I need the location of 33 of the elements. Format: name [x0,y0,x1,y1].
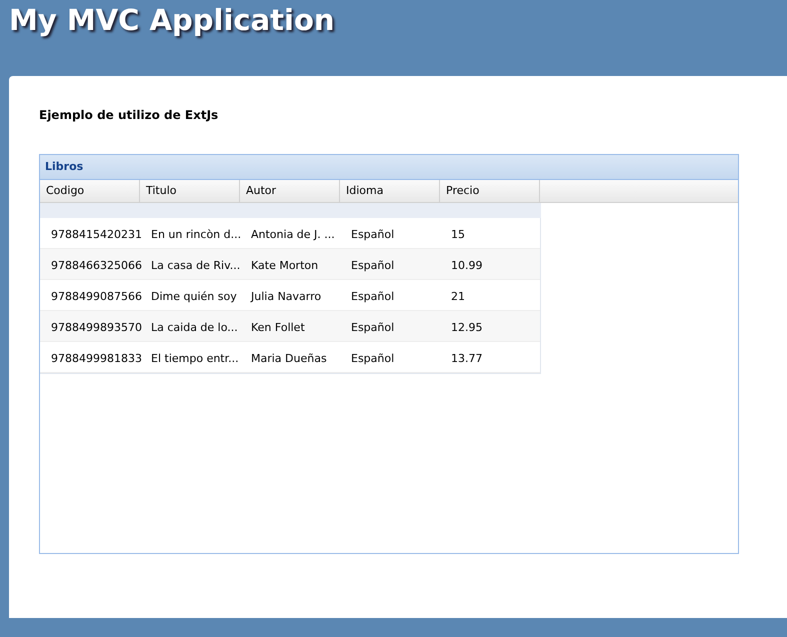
table-cell: Dime quién soy [151,290,237,303]
table-cell: Español [351,352,394,365]
table-cell: 10.99 [451,259,482,272]
table-cell: Español [351,228,394,241]
table-cell: 9788499981833 [51,352,142,365]
table-cell: La caida de lo... [151,321,238,334]
table-cell: Maria Dueñas [251,352,327,365]
app-title: My MVC Application [9,2,336,39]
page-heading: Ejemplo de utilizo de ExtJs [39,107,220,124]
column-header[interactable]: Autor [240,180,340,202]
table-cell: 9788499893570 [51,321,142,334]
panel-title: Libros [45,158,84,175]
column-header[interactable]: Idioma [340,180,440,202]
table-cell: El tiempo entr... [151,352,239,365]
table-cell: Antonia de J. ... [251,228,335,241]
table-cell: 15 [451,228,465,241]
table-cell: Julia Navarro [251,290,322,303]
table-cell: 13.77 [451,352,482,365]
table-cell: Ken Follet [251,321,305,334]
column-header[interactable]: Codigo [40,180,140,202]
table-cell: 12.95 [451,321,482,334]
column-header[interactable]: Titulo [140,180,240,202]
table-cell: En un rincòn d... [151,228,242,241]
table-cell: 9788466325066 [51,259,142,272]
table-cell: 21 [451,290,465,303]
table-cell: La casa de Riv... [151,259,240,272]
table-cell: Español [351,321,394,334]
table-cell: Español [351,290,394,303]
table-cell: Español [351,259,394,272]
table-cell: 9788499087566 [51,290,142,303]
column-header[interactable]: Precio [440,180,540,202]
table-cell: 9788415420231 [51,228,142,241]
table-cell: Kate Morton [251,259,318,272]
